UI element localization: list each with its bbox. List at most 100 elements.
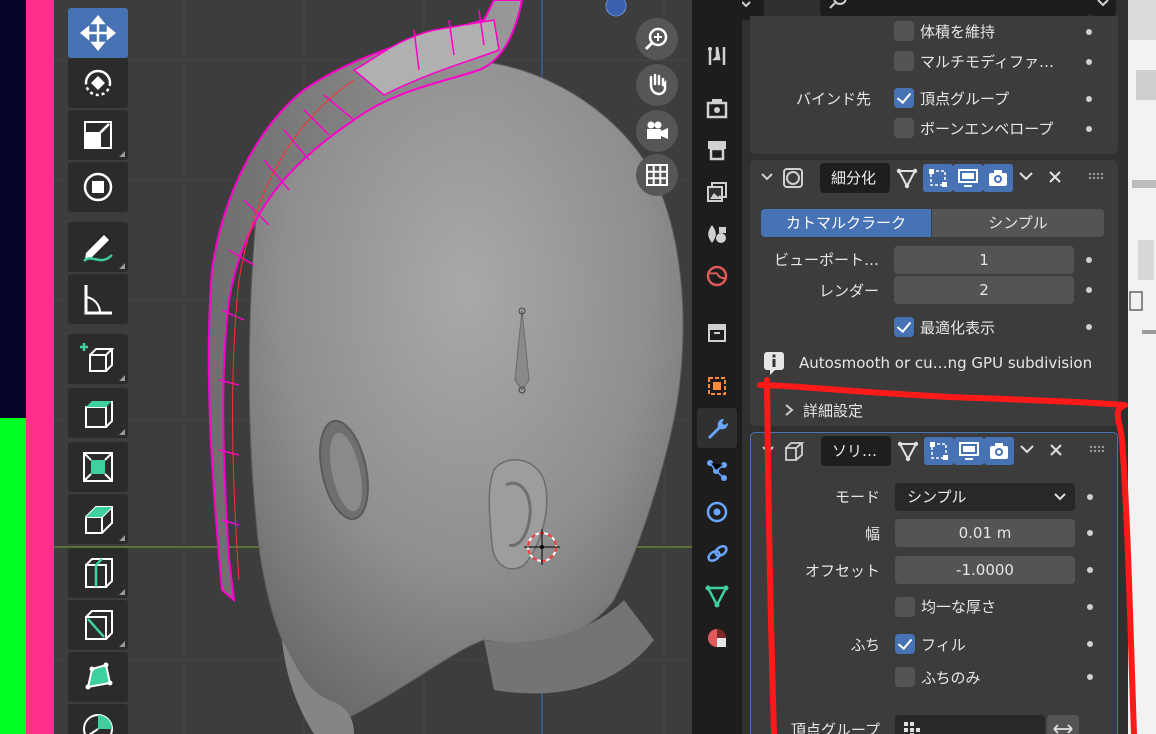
tab-output[interactable] [697, 130, 737, 170]
tab-particles[interactable] [697, 450, 737, 490]
catmull-clark-option[interactable]: カトマルクラーク [761, 209, 931, 237]
edit-mode-toggle[interactable] [893, 437, 923, 465]
viewport-display-toggle[interactable] [953, 164, 983, 192]
render-toggle[interactable] [983, 164, 1013, 192]
chevron-down-icon [1054, 493, 1066, 501]
offset-field[interactable]: -1.0000 [895, 556, 1075, 584]
loop-cut-tool-button[interactable] [68, 548, 128, 598]
collapse-chevron-icon[interactable] [761, 443, 775, 457]
knife-tool-button[interactable] [68, 600, 128, 650]
vertex-group-field[interactable] [895, 715, 1045, 734]
tab-collection[interactable] [697, 312, 737, 352]
tab-world[interactable] [697, 256, 737, 296]
poly-build-tool-button[interactable] [68, 652, 128, 702]
keyframe-dot[interactable] [1087, 604, 1093, 610]
keyframe-dot[interactable] [1087, 494, 1093, 500]
properties-search-input[interactable] [820, 0, 1090, 16]
zoom-button[interactable] [636, 18, 678, 60]
3d-viewport[interactable] [54, 0, 692, 734]
orthographic-toggle-button[interactable] [636, 154, 678, 196]
keyframe-dot[interactable] [1087, 641, 1093, 647]
simple-option[interactable]: シンプル [932, 209, 1104, 237]
edit-mode-toggle[interactable] [892, 164, 922, 192]
rim-only-checkbox[interactable] [895, 667, 915, 687]
tab-scene[interactable] [697, 214, 737, 254]
levels-viewport-field[interactable]: 1 [894, 246, 1074, 274]
offset-label: オフセット [804, 562, 880, 580]
keyframe-dot[interactable] [1086, 96, 1092, 102]
bind-bone-envelopes-label: ボーンエンベロープ [920, 120, 1054, 138]
keyframe-dot[interactable] [1087, 567, 1093, 573]
properties-options-dropdown[interactable] [1090, 0, 1116, 16]
on-cage-toggle[interactable] [923, 164, 953, 192]
rotate-icon [84, 69, 112, 97]
bind-bone-envelopes-checkbox[interactable] [894, 118, 914, 138]
collection-icon [708, 324, 726, 342]
on-cage-toggle[interactable] [924, 437, 954, 465]
measure-tool-button[interactable] [68, 274, 128, 324]
tab-material[interactable] [697, 618, 737, 658]
tab-render[interactable] [697, 88, 737, 128]
keyframe-dot[interactable] [1086, 126, 1092, 132]
monitor-icon [959, 442, 979, 460]
collapse-chevron-icon[interactable] [760, 170, 774, 184]
tab-view-layer[interactable] [697, 172, 737, 212]
tab-object[interactable] [697, 366, 737, 406]
chevron-down-icon[interactable] [1018, 170, 1034, 184]
camera-view-button[interactable] [636, 110, 678, 152]
chevron-down-icon[interactable] [1019, 443, 1035, 457]
render-toggle[interactable] [984, 437, 1014, 465]
drag-handle-icon[interactable] [1089, 445, 1107, 455]
move-tool-button[interactable] [68, 8, 128, 58]
inset-tool-button[interactable] [68, 442, 128, 492]
rim-label: ふち [850, 636, 880, 654]
spin-tool-button[interactable] [68, 704, 128, 734]
scale-tool-button[interactable] [68, 110, 128, 160]
annotate-tool-button[interactable] [68, 222, 128, 272]
transform-tool-button[interactable] [68, 162, 128, 212]
viewport-display-toggle[interactable] [954, 437, 984, 465]
keyframe-dot[interactable] [1087, 674, 1093, 680]
fill-rim-checkbox[interactable] [895, 634, 915, 654]
mode-dropdown[interactable]: シンプル [895, 483, 1075, 511]
thickness-field[interactable]: 0.01 m [895, 519, 1075, 547]
even-thickness-checkbox[interactable] [895, 597, 915, 617]
invert-vertex-group-toggle[interactable] [1047, 715, 1079, 734]
close-icon[interactable] [1048, 170, 1062, 184]
keyframe-dot[interactable] [1086, 257, 1092, 263]
chevron-right-icon[interactable] [783, 403, 795, 417]
tab-tool[interactable] [697, 36, 737, 76]
keyframe-dot[interactable] [1086, 324, 1092, 330]
object-icon [708, 377, 726, 395]
extrude-tool-button[interactable] [68, 388, 128, 438]
tab-modifiers[interactable] [697, 408, 737, 448]
advanced-subpanel-header[interactable]: 詳細設定 [803, 400, 863, 421]
rotate-tool-button[interactable] [68, 58, 128, 108]
keyframe-dot[interactable] [1086, 287, 1092, 293]
on-cage-icon [929, 169, 947, 187]
tab-physics[interactable] [697, 492, 737, 532]
tab-constraints[interactable] [697, 534, 737, 574]
zoom-icon [644, 27, 668, 51]
transform-icon [83, 172, 113, 202]
editor-type-icon [742, 1, 751, 8]
render-levels-field[interactable]: 2 [894, 276, 1074, 304]
rim-only-label: ふちのみ [921, 669, 981, 687]
gpu-subdivision-info: Autosmooth or cu…ng GPU subdivision [799, 354, 1093, 372]
bind-vertex-groups-checkbox[interactable] [894, 88, 914, 108]
keyframe-dot[interactable] [1086, 59, 1092, 65]
subdivision-name-field[interactable]: 細分化 [820, 163, 890, 193]
view-layer-icon [707, 182, 727, 202]
bevel-tool-button[interactable] [68, 494, 128, 544]
optimal-display-checkbox[interactable] [894, 317, 914, 337]
multi-modifier-checkbox[interactable] [894, 51, 914, 71]
preserve-volume-checkbox[interactable] [894, 21, 914, 41]
solidify-name-field[interactable]: ソリ… [821, 436, 891, 466]
tab-object-data[interactable] [697, 576, 737, 616]
keyframe-dot[interactable] [1087, 530, 1093, 536]
pan-button[interactable] [636, 64, 678, 106]
close-icon[interactable] [1049, 443, 1063, 457]
drag-handle-icon[interactable] [1088, 172, 1106, 182]
add-cube-tool-button[interactable] [68, 334, 128, 384]
keyframe-dot[interactable] [1086, 29, 1092, 35]
